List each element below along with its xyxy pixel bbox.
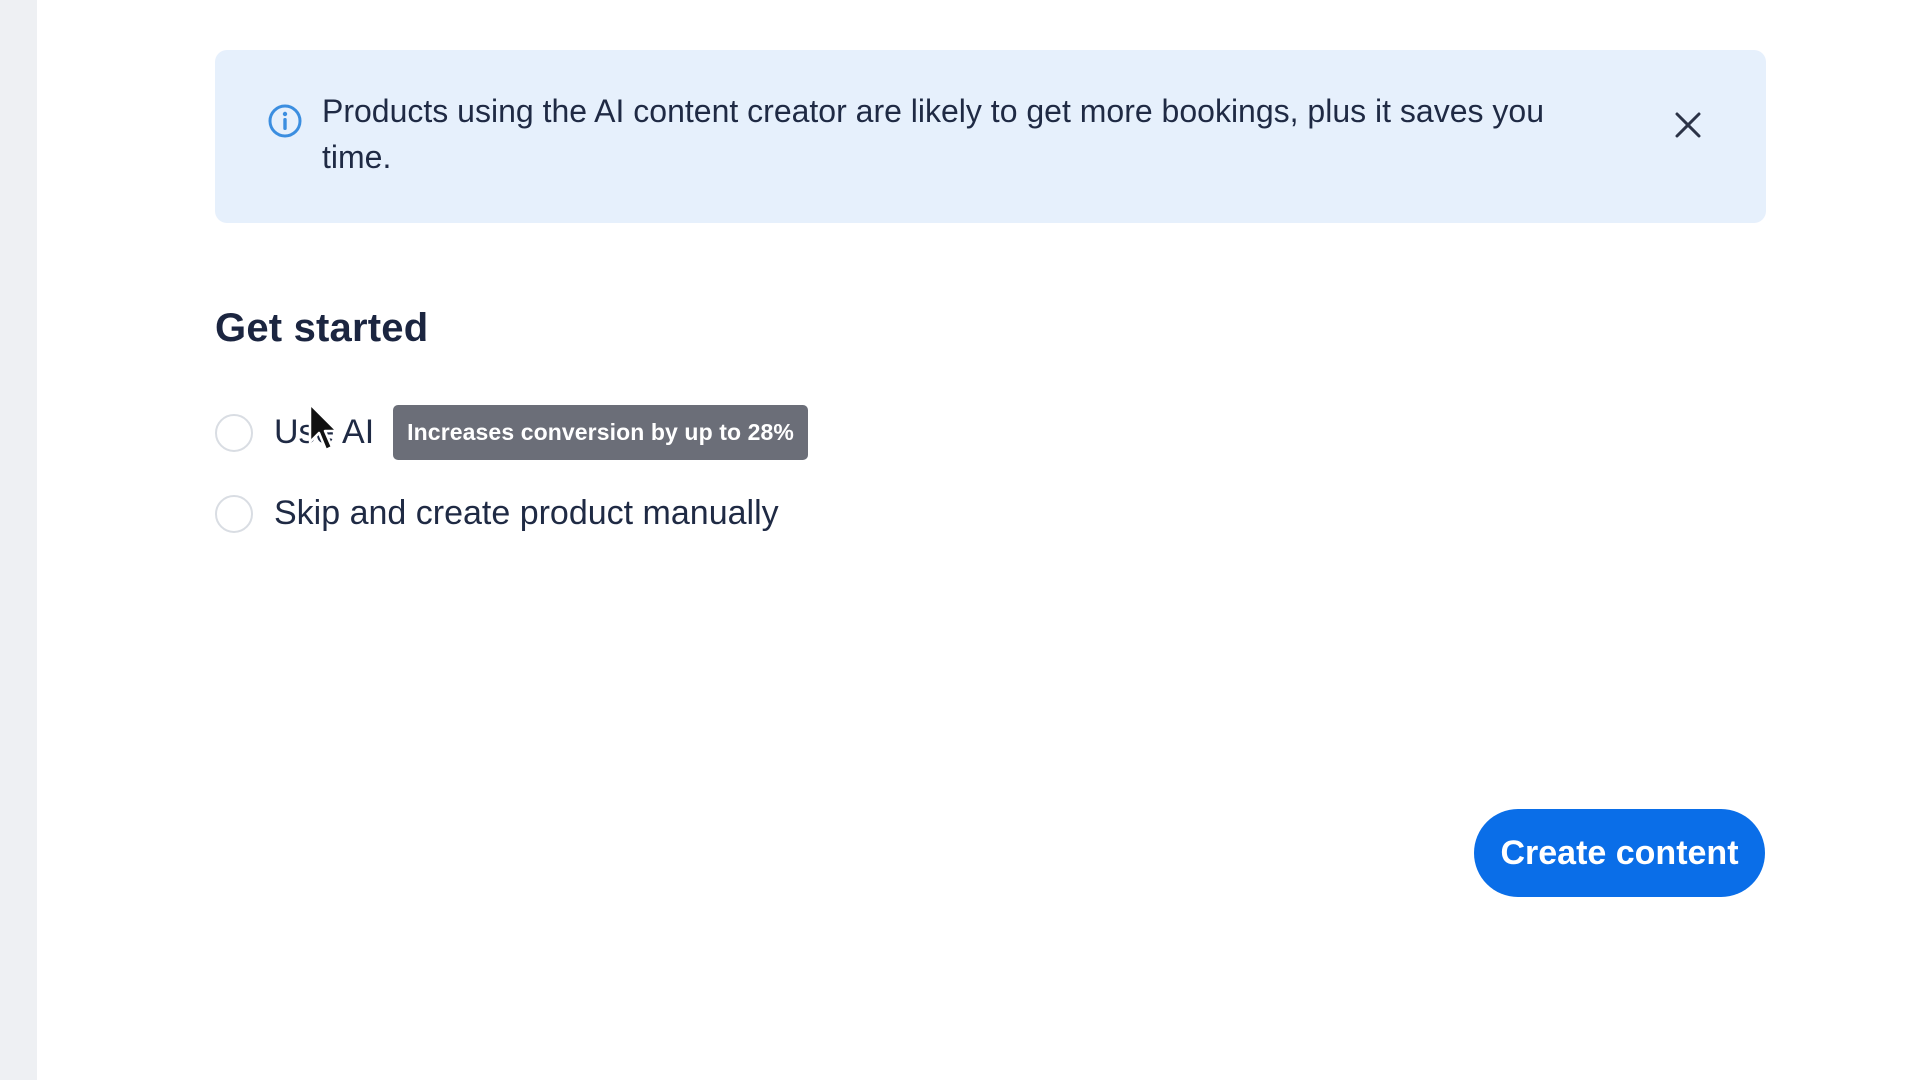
close-icon[interactable] [1668,105,1708,145]
use-ai-label[interactable]: Use AI [274,413,374,452]
use-ai-radio[interactable] [215,413,253,452]
create-manually-radio[interactable] [215,494,253,533]
info-circle-icon [268,104,302,138]
get-started-title: Get started [215,306,429,350]
left-rail [0,0,37,1080]
banner-message: Products using the AI content creator ar… [322,93,1544,175]
option-create-manually[interactable]: Skip and create product manually [215,494,779,533]
create-manually-label[interactable]: Skip and create product manually [274,494,779,533]
info-banner: Products using the AI content creator ar… [215,50,1766,223]
option-use-ai[interactable]: Use AI Increases conversion by up to 28% [215,405,808,460]
conversion-badge: Increases conversion by up to 28% [393,405,808,460]
create-content-button[interactable]: Create content [1474,809,1765,897]
